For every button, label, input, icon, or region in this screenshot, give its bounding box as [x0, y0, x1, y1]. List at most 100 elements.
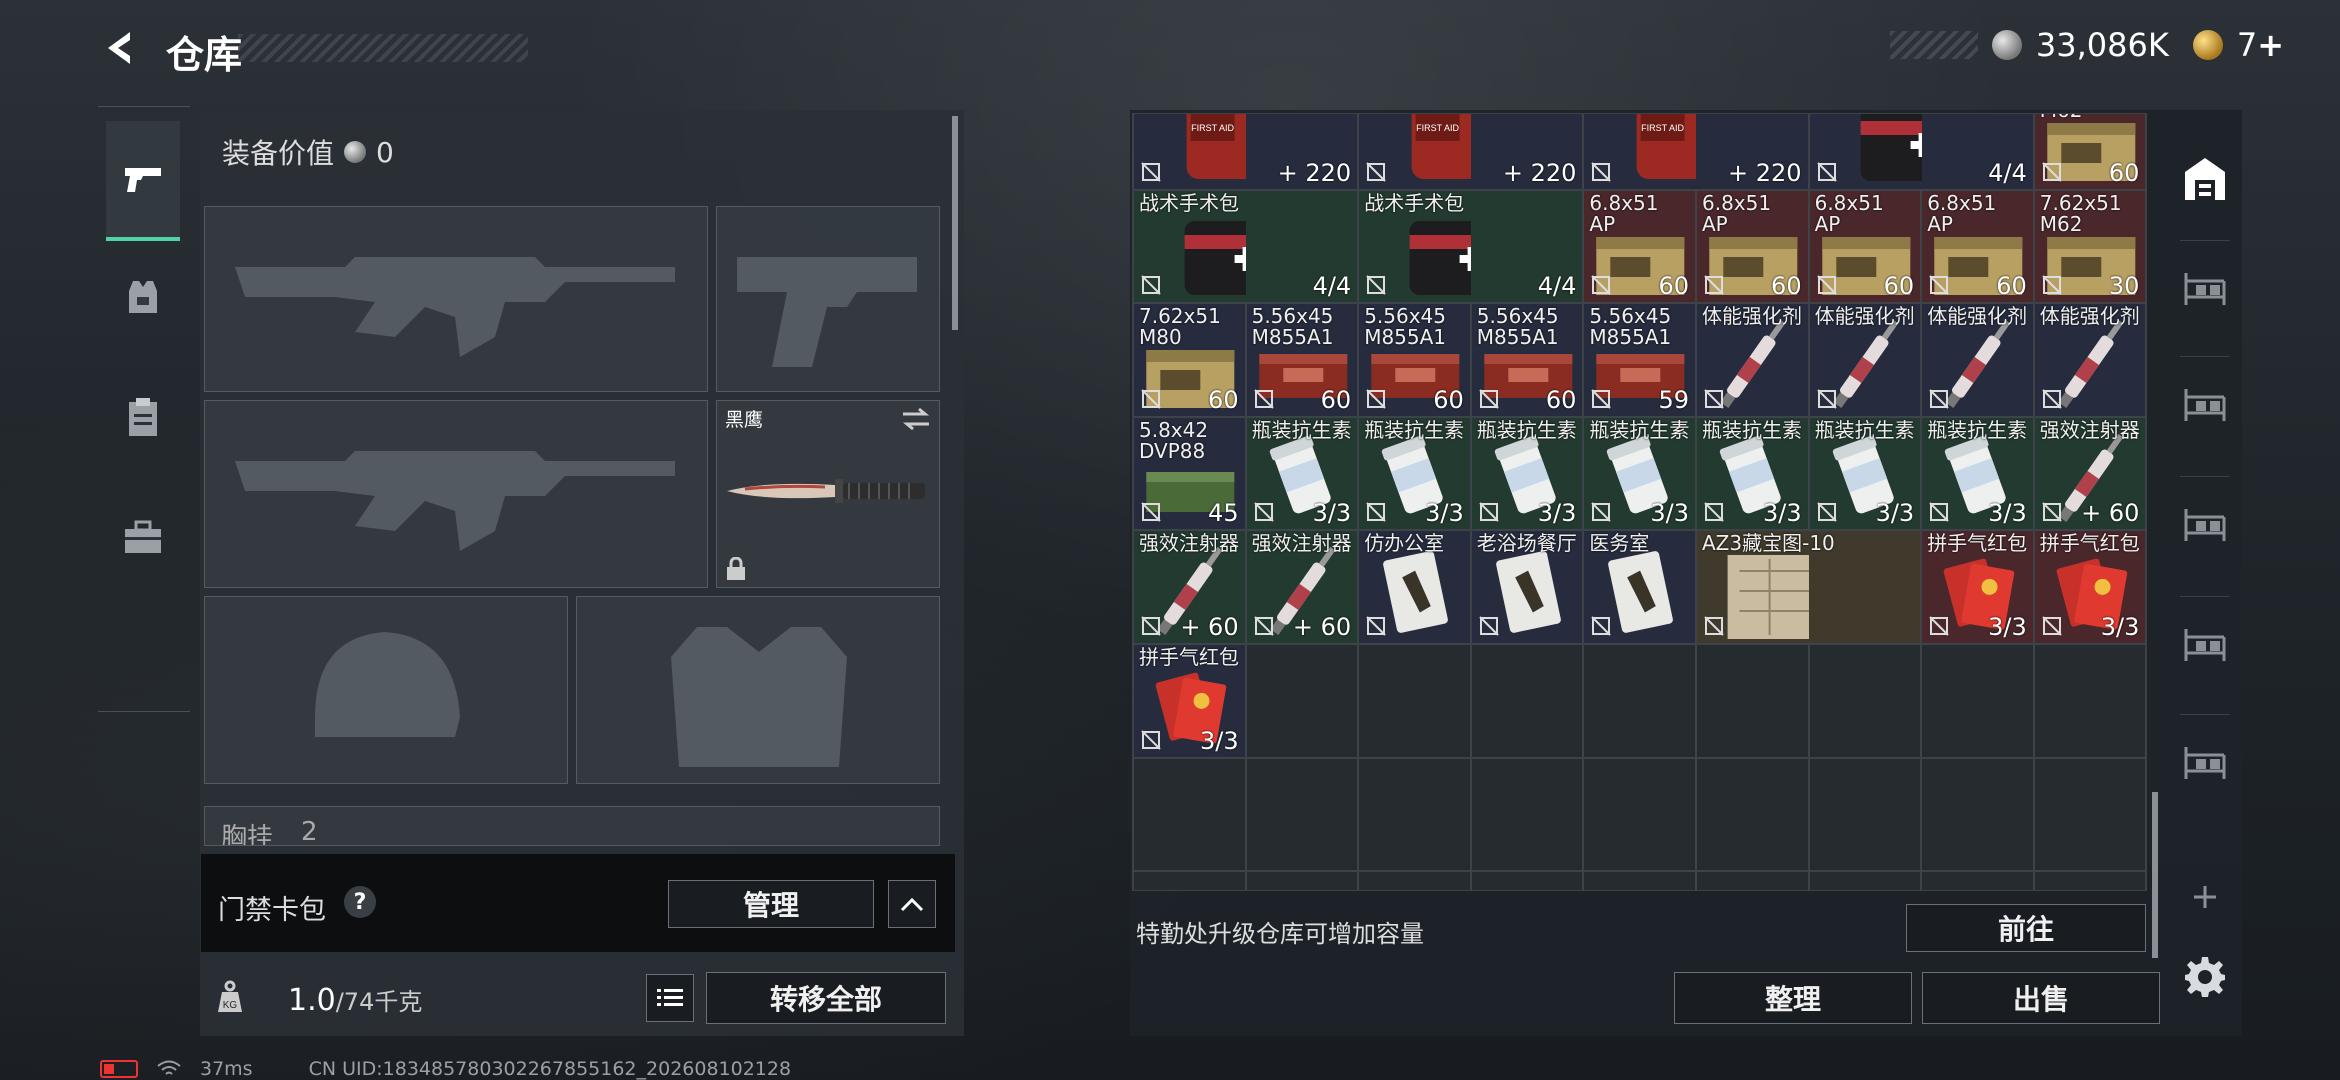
manage-button[interactable]: 管理: [668, 880, 874, 928]
add-page[interactable]: [2178, 870, 2232, 924]
storage-item[interactable]: 瓶装抗生素 3/3: [1470, 416, 1584, 531]
empty-slot[interactable]: [2033, 757, 2146, 872]
melee-slot[interactable]: 黑鹰: [716, 400, 940, 588]
storage-tab[interactable]: [2178, 152, 2232, 206]
storage-page-3[interactable]: [2178, 378, 2232, 432]
helmet-slot[interactable]: [204, 596, 568, 784]
empty-slot[interactable]: [1583, 644, 1696, 758]
storage-item[interactable]: 强效注射器 + 60: [2033, 416, 2146, 531]
storage-item[interactable]: 强效注射器 + 60: [1245, 530, 1359, 644]
empty-slot[interactable]: [1358, 757, 1471, 872]
storage-item[interactable]: 7.62x51 M62 30: [2033, 189, 2146, 304]
gold-amount[interactable]: 7+: [2237, 26, 2284, 64]
storage-item[interactable]: 战术手术包4/4: [1808, 114, 2034, 190]
storage-item[interactable]: FIRST AID野战急救包+ 220: [1358, 114, 1584, 190]
empty-slot[interactable]: [1245, 871, 1359, 890]
storage-item[interactable]: 体能强化剂: [1808, 303, 1922, 417]
empty-slot[interactable]: [1921, 757, 2034, 872]
storage-item[interactable]: 体能强化剂: [1921, 303, 2034, 417]
storage-item[interactable]: 6.8x51 AP 60: [1921, 189, 2034, 304]
back-arrow-icon[interactable]: [98, 26, 142, 70]
case-tab[interactable]: [106, 477, 180, 597]
transfer-all-button[interactable]: 转移全部: [706, 972, 946, 1024]
empty-slot[interactable]: [1133, 871, 1246, 890]
storage-item[interactable]: 6.8x51 AP 60: [1808, 189, 1922, 304]
storage-item[interactable]: 6.8x51 AP 60: [1583, 189, 1696, 304]
storage-page-6[interactable]: [2178, 736, 2232, 790]
storage-item[interactable]: 6.8x51 AP 60: [1696, 189, 1809, 304]
empty-slot[interactable]: [2033, 644, 2146, 758]
storage-page-2[interactable]: [2178, 262, 2232, 316]
empty-slot[interactable]: [2033, 871, 2146, 890]
item-count: 60: [1208, 385, 1239, 414]
storage-item[interactable]: 战术手术包4/4: [1358, 189, 1584, 304]
empty-slot[interactable]: [1808, 644, 1922, 758]
storage-item[interactable]: 体能强化剂: [1696, 303, 1809, 417]
collapse-button[interactable]: [888, 880, 936, 928]
storage-item[interactable]: 拼手气红包 3/3: [2033, 530, 2146, 644]
empty-slot[interactable]: [1245, 644, 1359, 758]
storage-item[interactable]: 瓶装抗生素 3/3: [1245, 416, 1359, 531]
storage-item[interactable]: 5.56x45 M855A1 59: [1583, 303, 1696, 417]
empty-slot[interactable]: [1808, 871, 1922, 890]
storage-item[interactable]: 5.56x45 M855A1 60: [1470, 303, 1584, 417]
storage-item[interactable]: 7.62x51 M80 60: [1133, 303, 1246, 417]
sort-button[interactable]: 整理: [1674, 972, 1912, 1024]
empty-slot[interactable]: [1133, 757, 1246, 872]
loadout-scrollbar[interactable]: [952, 116, 958, 330]
swap-icon[interactable]: [901, 407, 931, 431]
storage-item[interactable]: 瓶装抗生素 3/3: [1696, 416, 1809, 531]
empty-slot[interactable]: [1696, 871, 1809, 890]
storage-item[interactable]: 医务室: [1583, 530, 1696, 644]
storage-item[interactable]: 仿办公室: [1358, 530, 1471, 644]
storage-item[interactable]: FIRST AID野战急救包+ 220: [1583, 114, 1809, 190]
storage-item[interactable]: 瓶装抗生素 3/3: [1808, 416, 1922, 531]
primary-weapon-slot[interactable]: [204, 206, 708, 392]
storage-item[interactable]: 拼手气红包 3/3: [1921, 530, 2034, 644]
settings[interactable]: [2178, 950, 2232, 1004]
list-view-button[interactable]: [646, 974, 694, 1022]
empty-slot[interactable]: [1696, 757, 1809, 872]
storage-item[interactable]: 5.56x45 M855A1 60: [1245, 303, 1359, 417]
empty-slot[interactable]: [1921, 644, 2034, 758]
storage-item[interactable]: 瓶装抗生素 3/3: [1921, 416, 2034, 531]
empty-slot[interactable]: [1245, 757, 1359, 872]
storage-item[interactable]: 强效注射器 + 60: [1133, 530, 1246, 644]
empty-slot[interactable]: [1470, 871, 1584, 890]
pistol-tab[interactable]: [106, 121, 180, 241]
pistol-slot[interactable]: [716, 206, 940, 392]
empty-slot[interactable]: [1358, 871, 1471, 890]
storage-item[interactable]: 5.8x42 DVP88 45: [1133, 416, 1246, 531]
storage-scrollbar[interactable]: [2152, 792, 2158, 958]
empty-slot[interactable]: [1470, 757, 1584, 872]
empty-slot[interactable]: [1696, 644, 1809, 758]
storage-item[interactable]: 体能强化剂: [2033, 303, 2146, 417]
empty-slot[interactable]: [1583, 757, 1696, 872]
svg-text:FIRST AID: FIRST AID: [1416, 123, 1459, 133]
clipboard-tab[interactable]: [106, 357, 180, 477]
storage-item[interactable]: 7.62x51 M62 60: [2033, 114, 2146, 190]
storage-item[interactable]: 战术手术包4/4: [1133, 189, 1359, 304]
help-icon[interactable]: ?: [344, 886, 376, 918]
empty-slot[interactable]: [1921, 871, 2034, 890]
armor-slot[interactable]: [576, 596, 940, 784]
storage-page-4[interactable]: [2178, 498, 2232, 552]
empty-slot[interactable]: [1583, 871, 1696, 890]
no-transfer-icon: [1703, 501, 1725, 523]
empty-slot[interactable]: [1470, 644, 1584, 758]
goto-button[interactable]: 前往: [1906, 904, 2146, 952]
empty-slot[interactable]: [1808, 757, 1922, 872]
sell-button[interactable]: 出售: [1922, 972, 2160, 1024]
storage-item[interactable]: FIRST AID野战急救包+ 220: [1133, 114, 1359, 190]
storage-item[interactable]: AZ3藏宝图-10: [1696, 530, 1922, 644]
secondary-weapon-slot[interactable]: [204, 400, 708, 588]
storage-item[interactable]: 老浴场餐厅: [1470, 530, 1584, 644]
storage-page-5[interactable]: [2178, 618, 2232, 672]
storage-item[interactable]: 瓶装抗生素 3/3: [1583, 416, 1696, 531]
armor-tab[interactable]: [106, 237, 180, 357]
storage-item[interactable]: 瓶装抗生素 3/3: [1358, 416, 1471, 531]
empty-slot[interactable]: [1358, 644, 1471, 758]
storage-item[interactable]: 5.56x45 M855A1 60: [1358, 303, 1471, 417]
storage-item[interactable]: 拼手气红包 3/3: [1133, 644, 1246, 758]
chest-rig-slot[interactable]: 胸挂 2: [204, 806, 940, 846]
